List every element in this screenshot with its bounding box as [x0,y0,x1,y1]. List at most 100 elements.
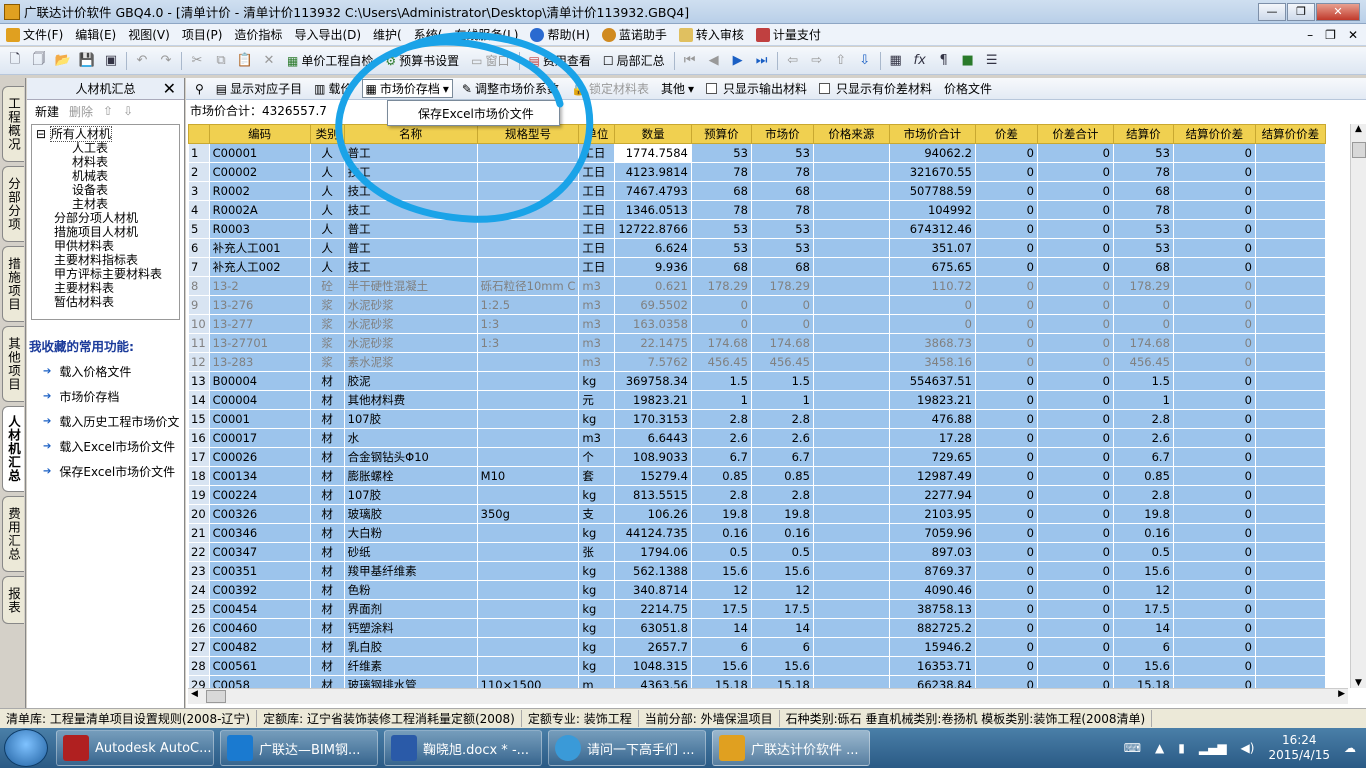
table-cell[interactable]: R0003 [208,219,311,239]
table-cell[interactable] [476,200,580,220]
row-number[interactable]: 14 [188,390,210,410]
table-cell[interactable]: 6.624 [614,238,692,258]
table-cell[interactable]: kg [578,580,616,600]
table-cell[interactable]: 材 [309,542,345,562]
table-cell[interactable]: 0 [1036,314,1114,334]
table-cell[interactable]: 12 [1112,580,1174,600]
menu-cost-index[interactable]: 造价指标 [228,26,288,43]
table-cell[interactable]: 材 [309,428,345,448]
table-cell[interactable]: 工日 [578,143,616,163]
table-cell[interactable] [812,504,890,524]
table-cell[interactable]: C00326 [208,504,311,524]
table-cell[interactable]: C00561 [208,656,311,676]
row-number[interactable]: 19 [188,485,210,505]
table-cell[interactable]: 53 [690,143,752,163]
table-cell[interactable] [1254,390,1326,410]
list-icon[interactable]: ☰ [983,52,1001,70]
table-cell[interactable]: 0 [1172,656,1256,676]
row-number[interactable]: 4 [188,200,210,220]
table-cell[interactable]: 1:3 [476,333,580,353]
table-cell[interactable]: 普工 [343,219,478,239]
table-cell[interactable]: 0 [1036,599,1114,619]
table-row[interactable]: 24 C00392 材色粉 kg 340.8714 12 12 4090.46 0 0 12 0 [188,580,1326,600]
table-cell[interactable]: 174.68 [690,333,752,353]
table-cell[interactable]: M10 [476,466,580,486]
table-cell[interactable]: 0 [1036,200,1114,220]
table-cell[interactable]: 0 [1172,542,1256,562]
table-row[interactable]: 25 C00454 材界面剂 kg 2214.75 17.5 17.5 38758.13 0 0 1… [188,599,1326,619]
table-cell[interactable]: 2277.94 [888,485,976,505]
table-cell[interactable]: 0 [1172,580,1256,600]
load-price-button[interactable]: ▥ 载价 [311,80,355,97]
table-cell[interactable] [1254,181,1326,201]
table-cell[interactable]: 17.28 [888,428,976,448]
table-cell[interactable]: 78 [690,162,752,182]
table-cell[interactable] [1254,637,1326,657]
row-number[interactable]: 27 [188,637,210,657]
table-cell[interactable]: 0 [1036,504,1114,524]
table-cell[interactable] [812,409,890,429]
table-cell[interactable]: kg [578,618,616,638]
table-cell[interactable]: 6.7 [750,447,814,467]
column-header[interactable]: 预算价 [690,124,752,144]
table-cell[interactable] [1254,352,1326,372]
vertical-scrollbar[interactable]: ▲ ▼ [1350,124,1366,688]
table-cell[interactable]: kg [578,599,616,619]
table-cell[interactable] [1254,447,1326,467]
table-cell[interactable]: 0 [1172,143,1256,163]
table-row[interactable]: 17 C00026 材合金钢钻头Φ10 个 108.9033 6.7 6.7 729.65 0 0… [188,447,1326,467]
table-cell[interactable]: 0 [1036,162,1114,182]
table-row[interactable]: 15 C0001 材 107胶 kg 170.3153 2.8 2.8 476.88 0 0 2.8 0 [188,409,1326,429]
row-number[interactable]: 18 [188,466,210,486]
table-cell[interactable]: 68 [690,257,752,277]
clock[interactable]: 16:24 2015/4/15 [1268,733,1330,763]
table-cell[interactable]: 507788.59 [888,181,976,201]
table-cell[interactable]: B00004 [208,371,311,391]
menu-audit[interactable]: 转入审核 [673,26,750,43]
table-cell[interactable] [1254,618,1326,638]
table-cell[interactable]: 膨胀螺栓 [343,466,478,486]
table-cell[interactable]: 53 [750,219,814,239]
table-cell[interactable]: 0 [974,409,1038,429]
tab-project-overview[interactable]: 工程概况 [2,86,24,162]
tree-node[interactable]: 暂估材料表 [36,295,175,309]
save-all-icon[interactable]: ▣ [102,52,120,70]
table-cell[interactable] [812,390,890,410]
row-number[interactable]: 25 [188,599,210,619]
table-cell[interactable]: C00347 [208,542,311,562]
table-cell[interactable]: 0 [1172,314,1256,334]
table-cell[interactable]: 2.8 [690,409,752,429]
table-cell[interactable]: 7.5762 [614,352,692,372]
table-cell[interactable]: 13-276 [208,295,311,315]
tab-fee-summary[interactable]: 费用汇总 [2,496,24,572]
table-cell[interactable]: 0 [1036,143,1114,163]
table-cell[interactable]: 0 [974,181,1038,201]
table-cell[interactable]: C00351 [208,561,311,581]
table-cell[interactable]: 69.5502 [614,295,692,315]
table-cell[interactable]: 人 [309,162,345,182]
fav-load-history[interactable]: ➔ 载入历史工程市场价文 [43,413,184,430]
table-cell[interactable]: 砂纸 [343,542,478,562]
table-cell[interactable]: m3 [578,314,616,334]
table-cell[interactable]: 897.03 [888,542,976,562]
table-cell[interactable]: 水 [343,428,478,448]
table-cell[interactable]: m3 [578,428,616,448]
table-cell[interactable]: 321670.55 [888,162,976,182]
cut-icon[interactable]: ✂ [188,52,206,70]
table-cell[interactable]: 胶泥 [343,371,478,391]
scroll-down-icon[interactable]: ▼ [1351,678,1366,688]
table-cell[interactable]: 0 [888,314,976,334]
table-cell[interactable]: 12 [690,580,752,600]
table-cell[interactable]: 0 [1036,447,1114,467]
tree-node[interactable]: 甲方评标主要材料表 [36,267,175,281]
table-cell[interactable] [1254,333,1326,353]
table-cell[interactable]: 0 [1036,390,1114,410]
tab-measures[interactable]: 措施项目 [2,246,24,322]
row-number[interactable]: 15 [188,409,210,429]
task-word[interactable]: 鞠晓旭.docx * -... [384,730,542,766]
fav-market-save[interactable]: ➔ 市场价存档 [43,388,184,405]
table-cell[interactable] [812,219,890,239]
table-cell[interactable]: 2.8 [750,485,814,505]
tree-node[interactable]: 设备表 [36,183,175,197]
table-cell[interactable]: 0 [1172,352,1256,372]
